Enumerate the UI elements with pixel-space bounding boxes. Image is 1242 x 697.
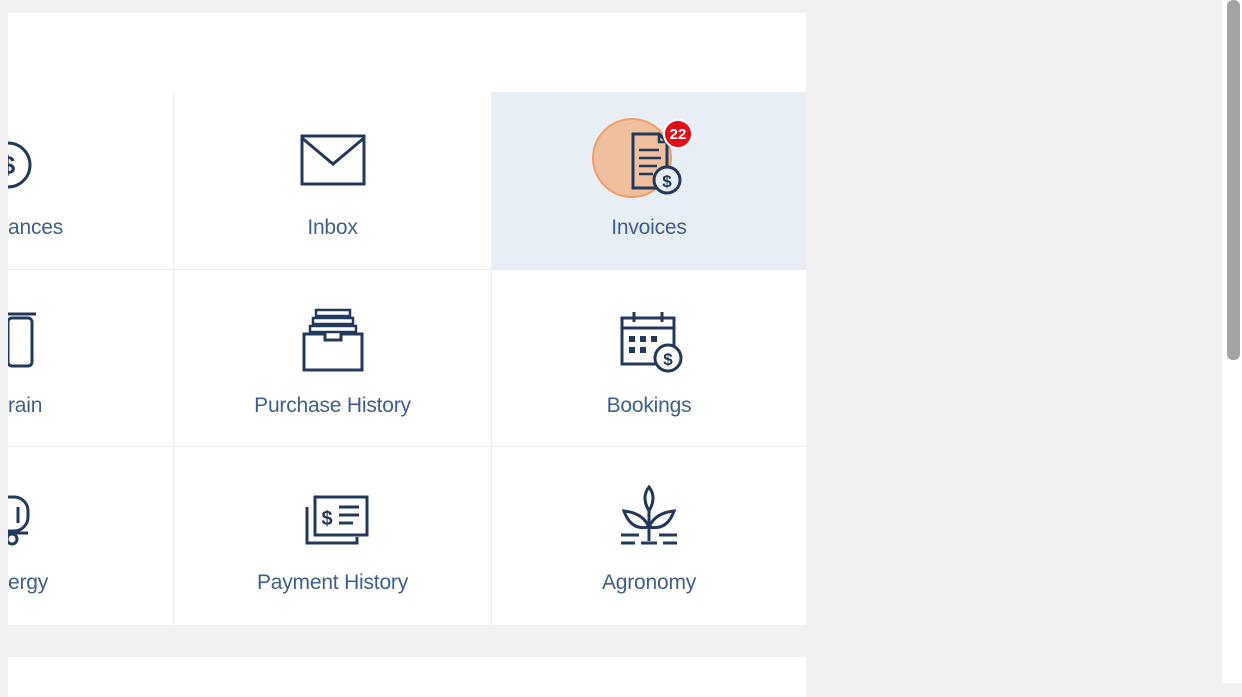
tile-label: Inbox bbox=[307, 216, 358, 239]
tile-label: Bookings bbox=[606, 394, 692, 417]
dashboard-tile-grid: $ ances Inbox $ 22 Invoices bbox=[8, 92, 806, 625]
notification-badge: 22 bbox=[663, 119, 693, 149]
tile-payment-history[interactable]: $ Payment History bbox=[174, 447, 492, 625]
tile-inbox[interactable]: Inbox bbox=[174, 92, 492, 270]
svg-text:$: $ bbox=[8, 150, 16, 180]
header-card bbox=[8, 13, 806, 92]
check-payment-icon: $ bbox=[293, 485, 373, 555]
tile-label: rain bbox=[8, 394, 43, 417]
tile-label: Invoices bbox=[611, 216, 687, 239]
file-drawer-icon bbox=[293, 308, 373, 378]
svg-text:$: $ bbox=[663, 350, 673, 369]
lower-card bbox=[8, 657, 806, 697]
envelope-icon bbox=[293, 130, 373, 200]
tile-label: Purchase History bbox=[254, 394, 411, 417]
dollar-circle-icon: $ bbox=[8, 130, 48, 200]
svg-text:$: $ bbox=[662, 172, 672, 191]
plant-icon bbox=[609, 484, 689, 555]
tile-label: ances bbox=[8, 216, 64, 239]
scrollbar-thumb[interactable] bbox=[1227, 0, 1240, 360]
tile-label: Payment History bbox=[256, 571, 409, 594]
tile-grain[interactable]: rain bbox=[8, 270, 174, 447]
fuel-truck-icon bbox=[8, 485, 48, 555]
tile-invoices[interactable]: $ 22 Invoices bbox=[492, 92, 806, 270]
tile-label: Agronomy bbox=[601, 571, 697, 594]
tile-agronomy[interactable]: Agronomy bbox=[492, 447, 806, 625]
tile-purchase-history[interactable]: Purchase History bbox=[174, 270, 492, 447]
tile-energy[interactable]: ergy bbox=[8, 447, 174, 625]
svg-text:$: $ bbox=[321, 508, 332, 530]
tile-finances[interactable]: $ ances bbox=[8, 92, 174, 270]
calendar-dollar-icon: $ bbox=[609, 308, 689, 378]
tile-label: ergy bbox=[8, 571, 49, 594]
tile-bookings[interactable]: $ Bookings bbox=[492, 270, 806, 447]
grain-bin-icon bbox=[8, 308, 48, 378]
